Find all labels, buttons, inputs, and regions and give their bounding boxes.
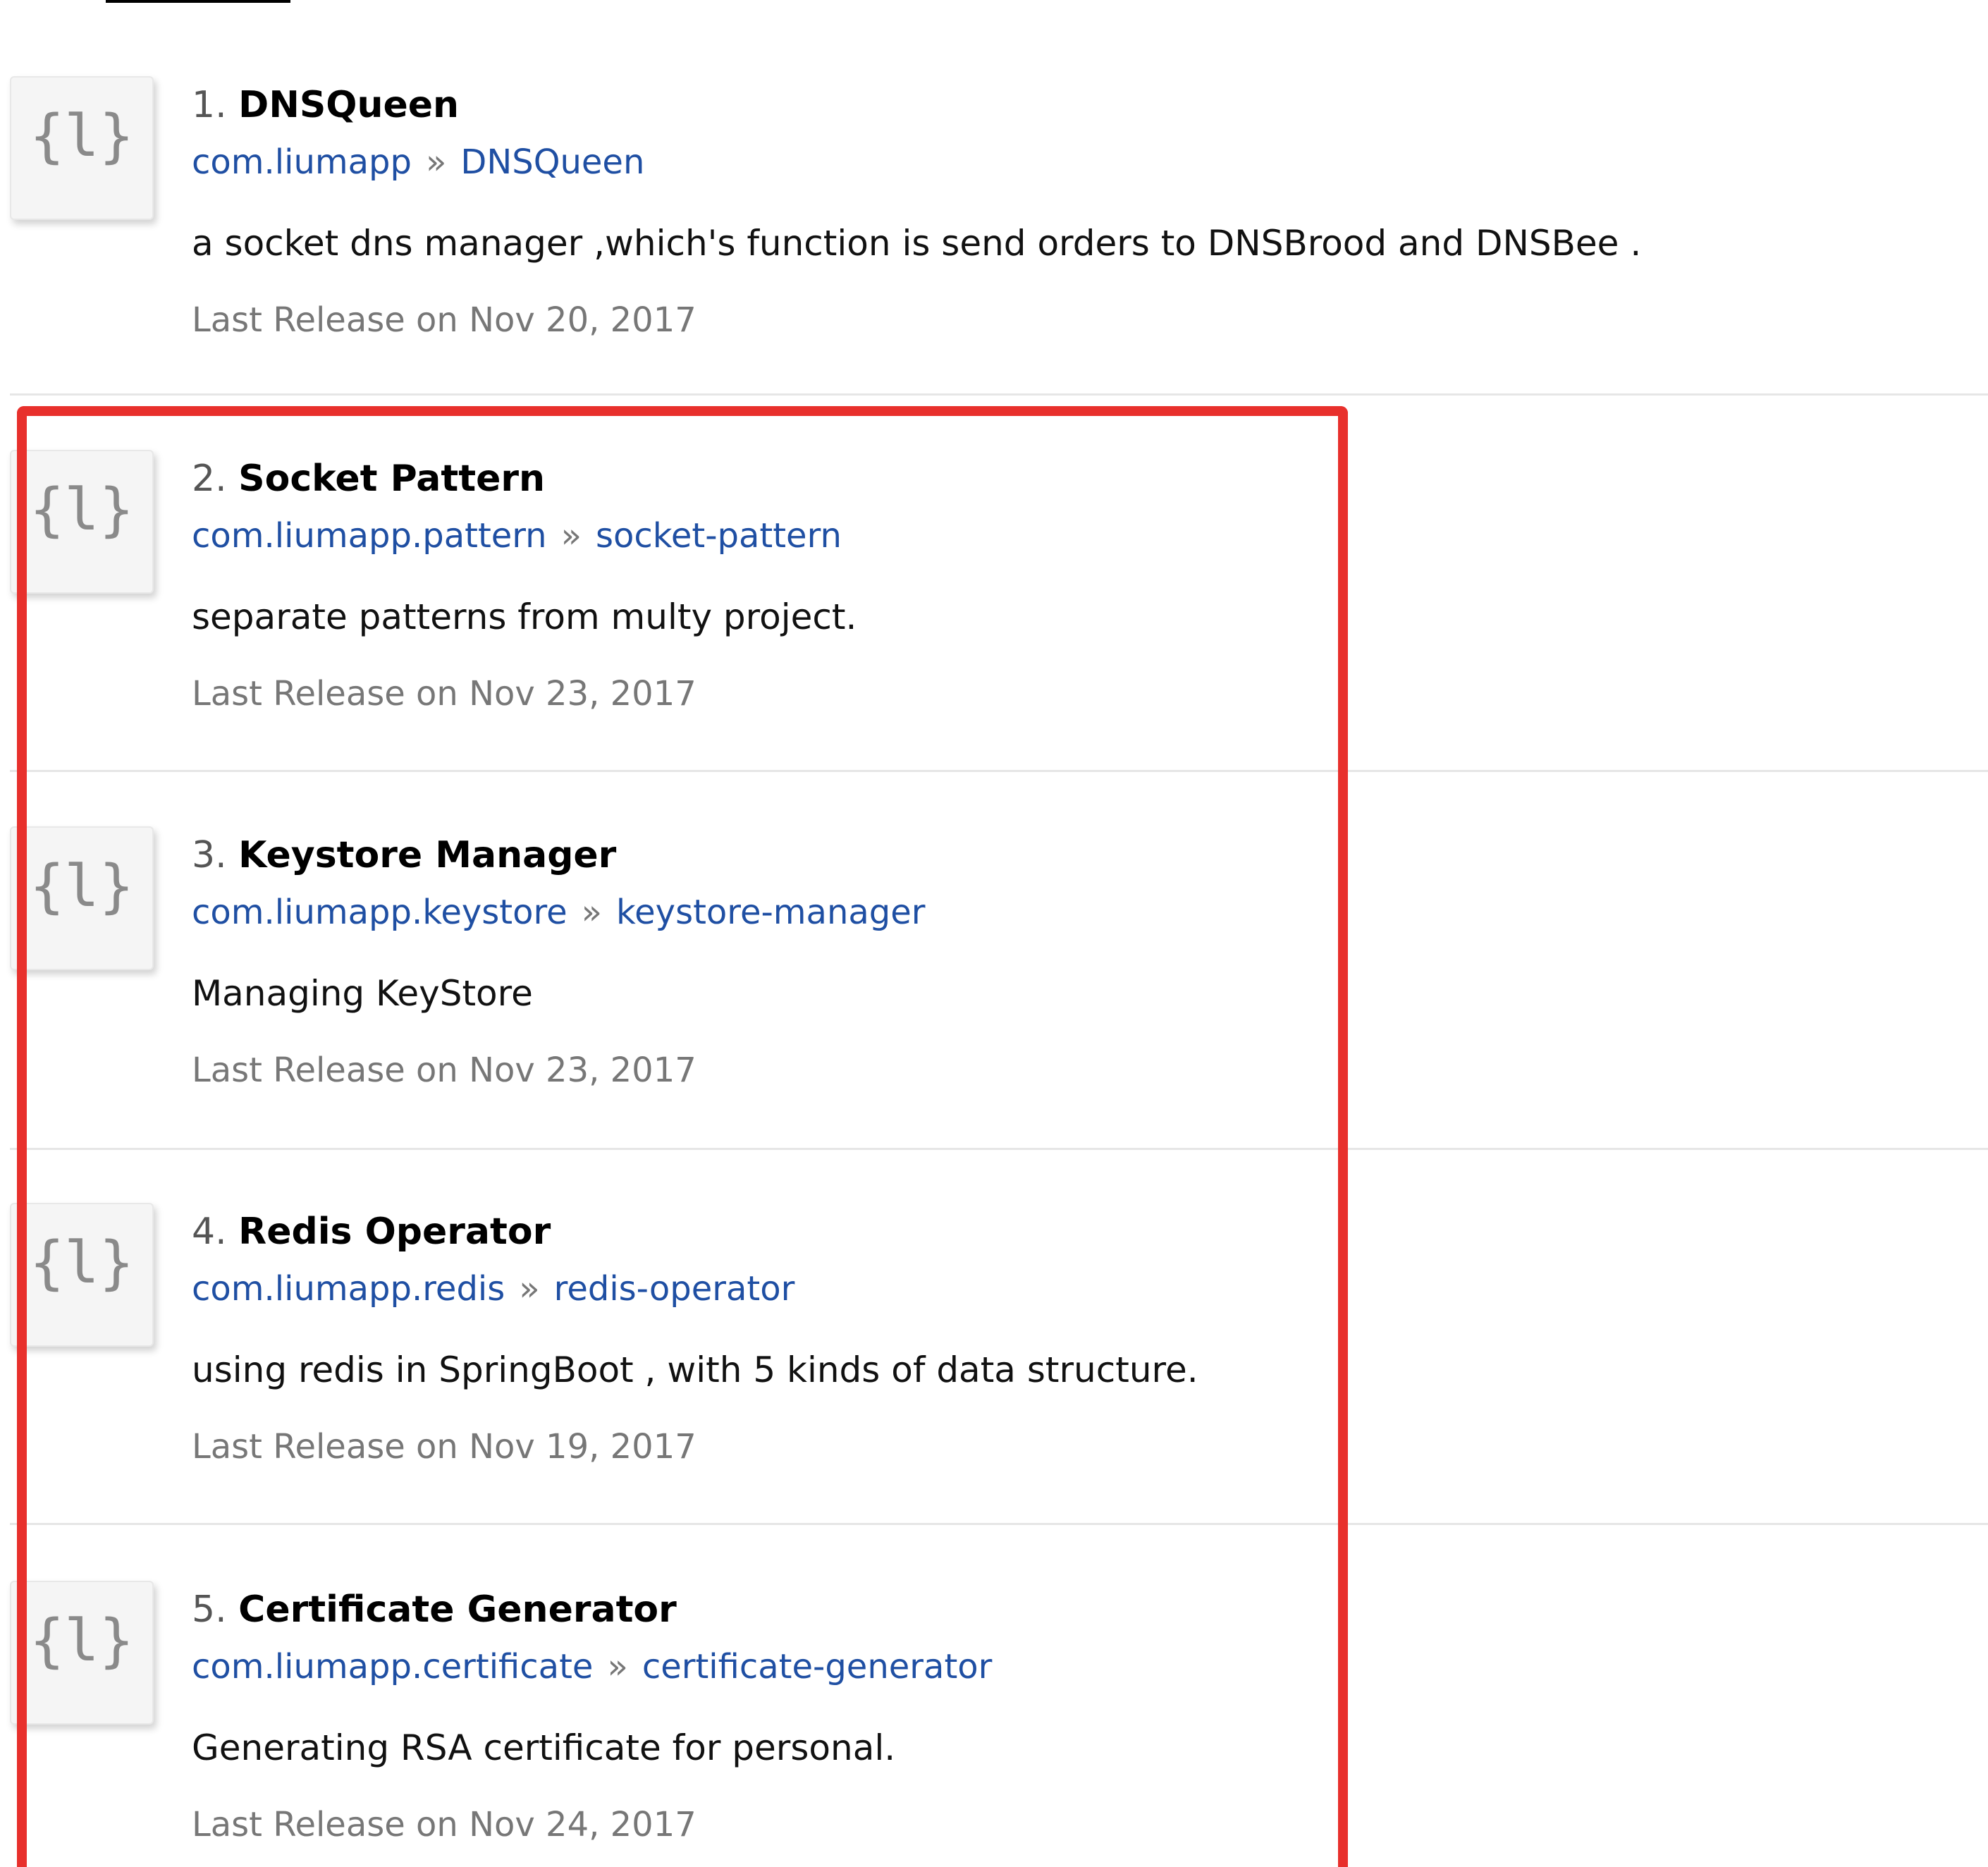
last-release: Last Release on Nov 20, 2017 xyxy=(192,300,697,340)
maven-coordinates: com.liumapp.redis » redis-operator xyxy=(192,1268,794,1310)
result-name: DNSQueen xyxy=(238,84,460,126)
top-link-underline xyxy=(106,0,290,3)
result-divider xyxy=(10,1523,1988,1525)
result-title: 2. Socket Pattern xyxy=(192,457,545,501)
library-placeholder-icon[interactable]: {l} xyxy=(10,826,154,970)
breadcrumb-separator: » xyxy=(560,516,582,556)
last-release: Last Release on Nov 19, 2017 xyxy=(192,1427,697,1467)
result-title: 1. DNSQueen xyxy=(192,83,459,127)
last-release: Last Release on Nov 23, 2017 xyxy=(192,1051,697,1090)
maven-coordinates: com.liumapp.pattern » socket-pattern xyxy=(192,515,842,557)
maven-coordinates: com.liumapp.keystore » keystore-manager xyxy=(192,891,926,934)
breadcrumb-separator: » xyxy=(519,1269,540,1309)
breadcrumb-separator: » xyxy=(425,142,447,182)
result-description: Managing KeyStore xyxy=(192,973,533,1014)
breadcrumb-separator: » xyxy=(581,893,603,932)
breadcrumb-separator: » xyxy=(607,1647,628,1687)
result-description: separate patterns from multy project. xyxy=(192,596,857,637)
search-results-page: {l} 1. DNSQueen com.liumapp » DNSQueen a s… xyxy=(0,0,1988,1867)
library-placeholder-icon[interactable]: {l} xyxy=(10,1581,154,1725)
group-link[interactable]: com.liumapp.certificate xyxy=(192,1647,593,1687)
result-title: 3. Keystore Manager xyxy=(192,833,616,877)
result-item: {l} 4. Redis Operator com.liumapp.redis »… xyxy=(0,1203,1988,1577)
result-divider xyxy=(10,1148,1988,1150)
library-placeholder-icon[interactable]: {l} xyxy=(10,450,154,594)
library-placeholder-icon[interactable]: {l} xyxy=(10,76,154,220)
result-index: 5. xyxy=(192,1589,227,1631)
result-item: {l} 3. Keystore Manager com.liumapp.keys… xyxy=(0,826,1988,1200)
result-description: a socket dns manager ,which's function i… xyxy=(192,223,1642,264)
artifact-link[interactable]: DNSQueen xyxy=(460,142,644,182)
result-divider xyxy=(10,393,1988,396)
result-description: using redis in SpringBoot , with 5 kinds… xyxy=(192,1349,1198,1390)
result-item: {l} 5. Certificate Generator com.liumapp… xyxy=(0,1581,1988,1867)
artifact-link[interactable]: socket-pattern xyxy=(596,516,842,556)
group-link[interactable]: com.liumapp.redis xyxy=(192,1269,505,1309)
result-title: 4. Redis Operator xyxy=(192,1210,551,1254)
artifact-link[interactable]: redis-operator xyxy=(554,1269,795,1309)
result-index: 1. xyxy=(192,84,227,126)
result-item: {l} 2. Socket Pattern com.liumapp.patter… xyxy=(0,450,1988,824)
last-release: Last Release on Nov 23, 2017 xyxy=(192,674,697,714)
result-name: Keystore Manager xyxy=(238,834,617,876)
result-index: 2. xyxy=(192,458,227,500)
group-link[interactable]: com.liumapp.pattern xyxy=(192,516,547,556)
maven-coordinates: com.liumapp.certificate » certificate-gene… xyxy=(192,1646,992,1688)
maven-coordinates: com.liumapp » DNSQueen xyxy=(192,141,644,183)
result-index: 3. xyxy=(192,834,227,876)
result-description: Generating RSA certificate for personal. xyxy=(192,1727,896,1768)
group-link[interactable]: com.liumapp xyxy=(192,142,412,182)
result-name: Certificate Generator xyxy=(238,1589,677,1631)
artifact-link[interactable]: certificate-generator xyxy=(642,1647,993,1687)
artifact-link[interactable]: keystore-manager xyxy=(616,893,926,932)
library-placeholder-icon[interactable]: {l} xyxy=(10,1203,154,1347)
result-name: Redis Operator xyxy=(238,1211,551,1253)
result-divider xyxy=(10,770,1988,772)
group-link[interactable]: com.liumapp.keystore xyxy=(192,893,567,932)
result-name: Socket Pattern xyxy=(238,458,546,500)
last-release: Last Release on Nov 24, 2017 xyxy=(192,1805,697,1844)
result-title: 5. Certificate Generator xyxy=(192,1588,677,1632)
result-index: 4. xyxy=(192,1211,227,1253)
